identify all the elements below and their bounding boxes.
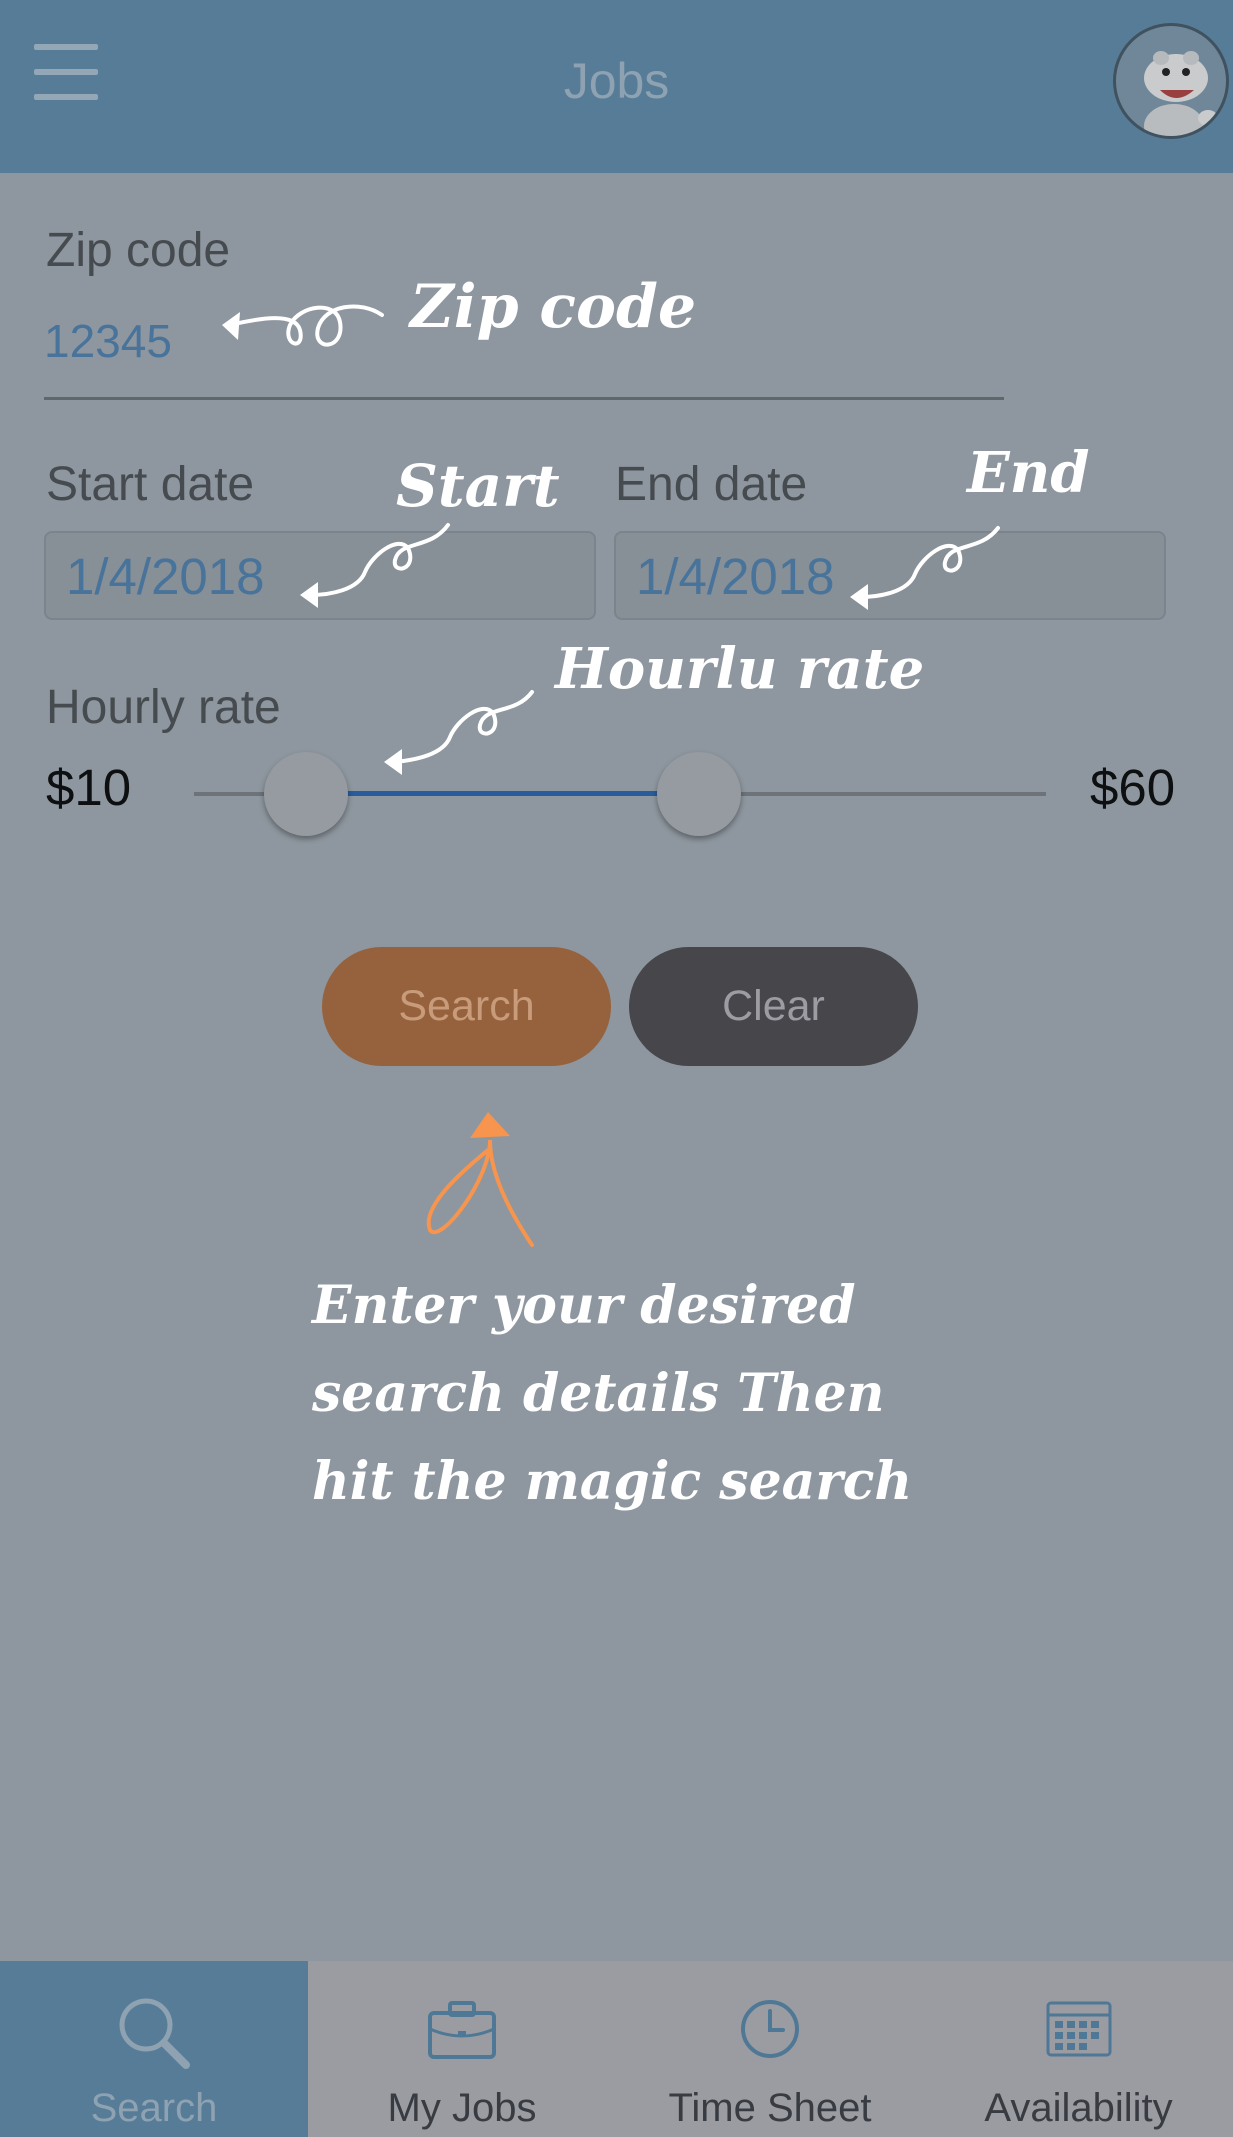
avatar[interactable] (1113, 23, 1229, 139)
app-header: Jobs (0, 0, 1233, 173)
tab-availability-label: Availability (984, 2086, 1173, 2130)
rate-max-label: $60 (1090, 759, 1176, 816)
tab-my-jobs[interactable]: My Jobs (308, 1961, 616, 2137)
tab-availability[interactable]: Availability (924, 1961, 1233, 2137)
tab-my-jobs-label: My Jobs (387, 2086, 537, 2130)
rate-slider-max-handle[interactable] (657, 752, 741, 836)
instruction-line: hit the magic search (312, 1451, 913, 1512)
hippo-avatar-icon (1144, 51, 1218, 136)
clock-icon (741, 2000, 799, 2058)
briefcase-icon (428, 2001, 496, 2059)
search-button[interactable]: Search (322, 947, 611, 1066)
zip-code-underline (44, 397, 1004, 400)
end-date-label: End date (615, 458, 808, 511)
annotation-hourly-rate: Hourlu rate (555, 636, 925, 702)
instruction-line: search details Then (312, 1363, 885, 1424)
tab-time-sheet-label: Time Sheet (668, 2086, 872, 2130)
tab-time-sheet[interactable]: Time Sheet (616, 1961, 924, 2137)
start-date-label: Start date (46, 458, 255, 511)
page-title: Jobs (563, 53, 670, 109)
annotation-start: Start (396, 452, 560, 520)
zip-code-input[interactable]: 12345 (44, 314, 172, 368)
end-date-value: 1/4/2018 (636, 548, 835, 605)
hourly-rate-label: Hourly rate (46, 681, 281, 734)
start-date-value: 1/4/2018 (66, 548, 265, 605)
annotation-end: End (967, 440, 1090, 506)
annotation-zip-code: Zip code (410, 272, 697, 342)
tab-search-label: Search (90, 2086, 218, 2130)
rate-slider-selected-range (306, 791, 700, 796)
annotation-instruction: Enter your desired search details Then h… (312, 1262, 1012, 1526)
rate-slider-min-handle[interactable] (264, 752, 348, 836)
zip-code-label: Zip code (46, 224, 231, 277)
search-icon (119, 1998, 190, 2069)
rate-min-label: $10 (46, 759, 132, 816)
start-date-field[interactable]: 1/4/2018 (44, 531, 596, 620)
calendar-icon (1046, 2001, 1111, 2057)
instruction-line: Enter your desired (312, 1275, 856, 1336)
tab-search[interactable]: Search (0, 1961, 308, 2137)
bottom-tab-bar: Search My Jobs Time Sheet Availability (0, 1961, 1233, 2137)
end-date-field[interactable]: 1/4/2018 (614, 531, 1166, 620)
clear-button[interactable]: Clear (629, 947, 918, 1066)
